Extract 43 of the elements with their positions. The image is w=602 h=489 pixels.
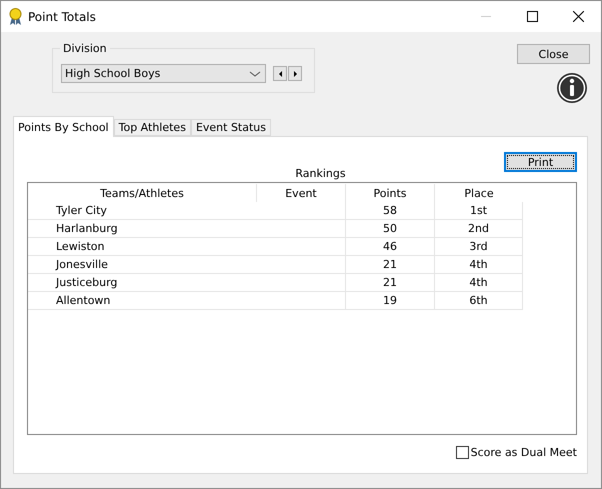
checkbox-square[interactable]	[456, 446, 469, 459]
column-header[interactable]: Event	[257, 184, 346, 202]
tab[interactable]: Top Athletes	[114, 119, 191, 136]
right-triangle-icon	[294, 70, 296, 76]
table-cell: 50	[346, 220, 435, 238]
table-cell: 6th	[435, 292, 523, 310]
table-cell: Harlanburg	[28, 220, 257, 238]
dual-meet-checkbox[interactable]: Score as Dual Meet	[456, 446, 577, 459]
table-cell: Justiceburg	[28, 274, 257, 292]
table-cell: Tyler City	[28, 202, 257, 220]
column-header[interactable]: Points	[346, 184, 435, 202]
chevron-down-icon	[249, 68, 261, 78]
column-header[interactable]: Teams/Athletes	[28, 184, 257, 202]
table-cell: Jonesville	[28, 256, 257, 274]
close-button[interactable]: Close	[517, 44, 590, 64]
table-cell: 2nd	[435, 220, 523, 238]
table-cell: 4th	[435, 274, 523, 292]
minimize-icon	[481, 16, 491, 17]
previous-button[interactable]	[273, 66, 287, 81]
next-button[interactable]	[288, 66, 302, 81]
table-cell: 21	[346, 256, 435, 274]
column-header[interactable]: Place	[435, 184, 523, 202]
left-triangle-icon	[278, 70, 282, 76]
table-cell: 21	[346, 274, 435, 292]
table-cell: 1st	[435, 202, 523, 220]
info-icon[interactable]	[556, 72, 588, 104]
rankings-title: Rankings	[294, 167, 347, 180]
tab[interactable]: Event Status	[190, 119, 271, 136]
table-cell: 58	[346, 202, 435, 220]
table-cell: Lewiston	[28, 238, 257, 256]
table-cell: 19	[346, 292, 435, 310]
ribbon-icon	[9, 8, 22, 26]
division-label: Division	[60, 42, 110, 55]
table-cell: 3rd	[435, 238, 523, 256]
division-dropdown[interactable]: High School Boys	[61, 64, 266, 83]
table-cell: 46	[346, 238, 435, 256]
window-title: Point Totals	[28, 10, 97, 24]
tab[interactable]: Points By School	[13, 116, 114, 137]
maximize-icon	[526, 11, 538, 22]
table-cell: 4th	[435, 256, 523, 274]
print-button[interactable]: Print	[504, 152, 577, 172]
table-cell: Allentown	[28, 292, 257, 310]
close-icon	[572, 11, 584, 22]
